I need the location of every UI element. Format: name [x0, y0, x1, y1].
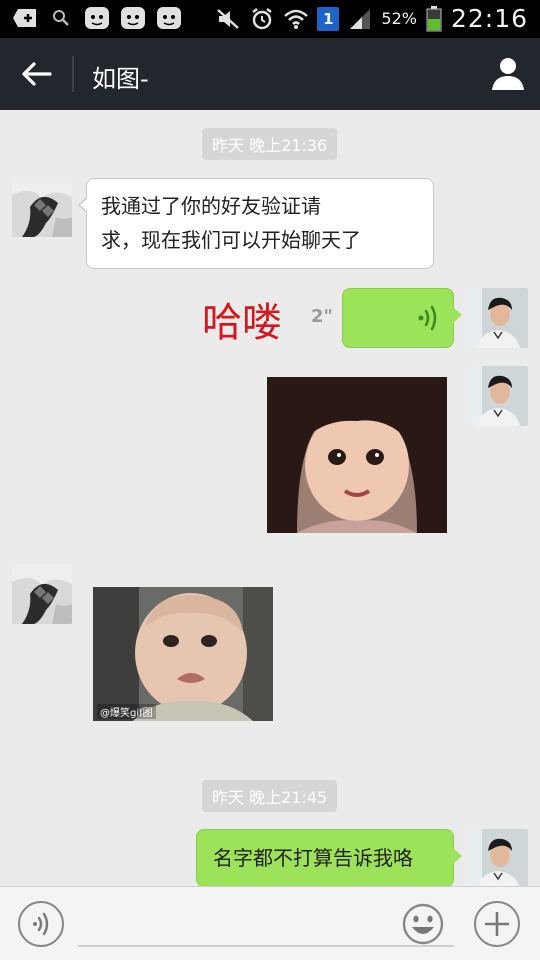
voice-wave-icon: [33, 912, 49, 936]
my-avatar[interactable]: [468, 288, 528, 348]
message-input[interactable]: [78, 903, 454, 947]
voice-message-bubble[interactable]: [342, 288, 462, 348]
app-face-icon: [120, 6, 146, 30]
alarm-icon: [249, 7, 275, 31]
message-bubble-outgoing[interactable]: 名字都不打算告诉我咯: [196, 829, 462, 886]
chat-title: 如图-: [92, 65, 149, 93]
emoji-button[interactable]: [400, 901, 446, 947]
received-gif[interactable]: @爆笑gif图: [93, 587, 273, 721]
my-avatar[interactable]: [468, 829, 528, 886]
message-text: 名字都不打算告诉我咯: [213, 846, 413, 870]
contact-avatar[interactable]: [12, 564, 72, 624]
message-bubble-incoming[interactable]: 我通过了你的好友验证请 求，现在我们可以开始聊天了: [78, 178, 434, 269]
person-icon: [492, 58, 524, 90]
red-annotation: 哈喽: [202, 300, 282, 346]
message-text-line: 求，现在我们可以开始聊天了: [101, 228, 361, 252]
search-icon: [48, 6, 74, 30]
message-text-line: 我通过了你的好友验证请: [101, 194, 321, 218]
input-bar: [0, 886, 540, 960]
status-left-icons: [12, 6, 182, 30]
timestamp: 昨天 晚上21:36: [202, 128, 338, 160]
smiley-icon: [402, 903, 444, 945]
voice-input-button[interactable]: [18, 901, 64, 947]
wifi-icon: [283, 7, 309, 31]
status-bar: 1 52% 22:16: [0, 0, 540, 38]
profile-button[interactable]: [488, 54, 528, 94]
voice-wave-icon: [418, 305, 437, 331]
app-face-icon: [84, 6, 110, 30]
back-button[interactable]: [14, 56, 58, 92]
clock: 22:16: [450, 4, 528, 33]
chat-header: 如图-: [0, 38, 540, 110]
plus-icon: [485, 912, 509, 936]
app-face-icon: [156, 6, 182, 30]
my-avatar[interactable]: [468, 366, 528, 426]
sent-photo[interactable]: [267, 377, 447, 533]
status-right-icons: 1 52% 22:16: [215, 4, 528, 33]
sim-badge-icon: 1: [317, 6, 340, 31]
contact-avatar[interactable]: [12, 177, 72, 237]
header-divider: [72, 56, 74, 92]
voice-duration: 2": [311, 306, 333, 327]
signal-icon: [347, 7, 373, 31]
add-box-icon: [12, 6, 38, 30]
mute-icon: [215, 7, 241, 31]
more-options-button[interactable]: [474, 901, 520, 947]
image-watermark: @爆笑gif图: [97, 704, 156, 719]
battery-percent: 52%: [381, 9, 417, 28]
arrow-left-icon: [22, 62, 52, 86]
chat-area[interactable]: 昨天 晚上21:36 我通过了你的好友验证请 求，现在我们可以开始聊天了 哈喽 …: [0, 110, 540, 886]
battery-icon: [425, 5, 443, 31]
timestamp: 昨天 晚上21:45: [202, 780, 338, 812]
